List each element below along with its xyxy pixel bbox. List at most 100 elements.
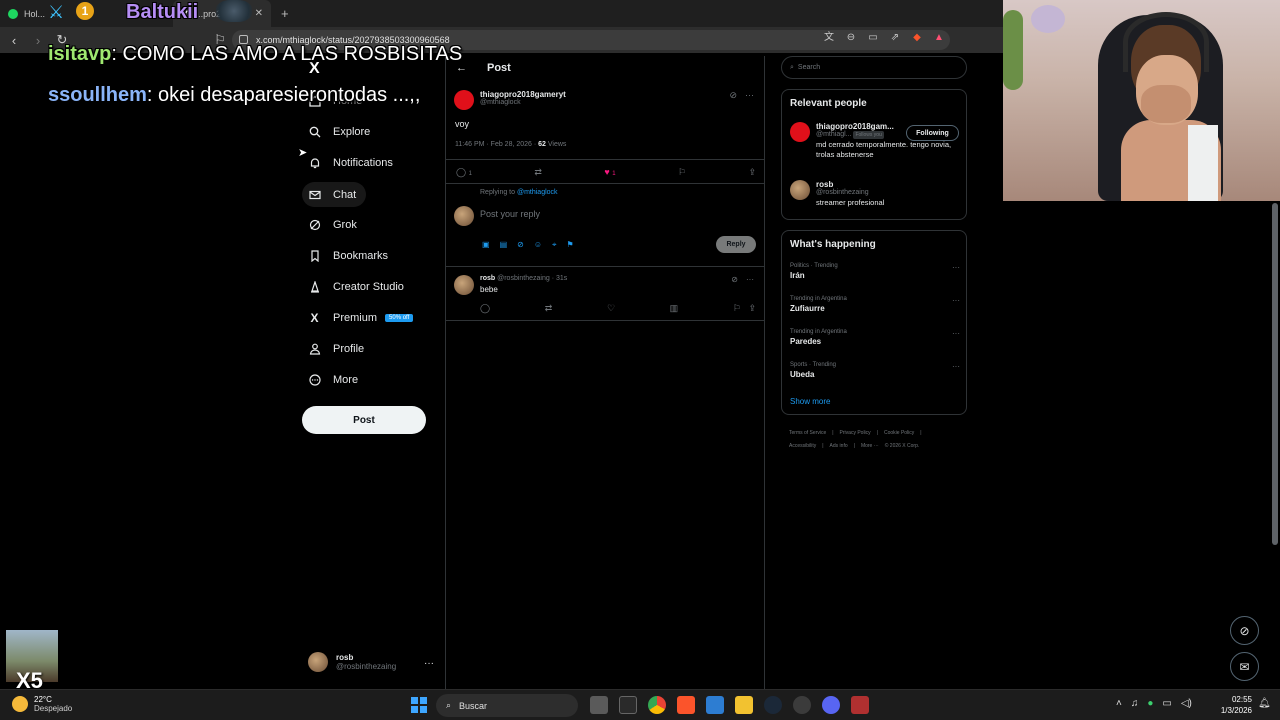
translate-icon[interactable]: 文	[823, 32, 835, 44]
nav-profile[interactable]: Profile	[308, 342, 364, 355]
more-icon[interactable]: ···	[746, 275, 754, 284]
footer-link[interactable]: Accessibility	[789, 443, 816, 449]
footer-link[interactable]: Cookie Policy	[884, 430, 914, 436]
footer-link[interactable]: Ads info	[830, 443, 848, 449]
trend-item[interactable]: Trending in Argentina Zufiaurre ···	[790, 296, 960, 313]
more-icon[interactable]: ···	[952, 263, 960, 272]
grok-icon[interactable]: ⊘	[731, 275, 738, 284]
steam-icon[interactable]	[764, 696, 782, 714]
author-name[interactable]: thiagopro2018gameryt	[480, 90, 566, 99]
zoom-icon[interactable]: ⊖	[845, 32, 857, 44]
flag-icon[interactable]: ⚑	[567, 240, 574, 250]
file-explorer-icon[interactable]	[735, 696, 753, 714]
bookmark-icon[interactable]: ⚐	[733, 303, 741, 313]
share-icon[interactable]: ⇗	[889, 32, 901, 44]
tweet-author[interactable]: thiagopro2018gameryt @mthiaglock	[454, 90, 566, 110]
footer-link[interactable]: More ···	[861, 443, 879, 449]
footer-link[interactable]: Privacy Policy	[840, 430, 871, 436]
trend-item[interactable]: Politics · Trending Irán ···	[790, 263, 960, 280]
discord-icon[interactable]	[822, 696, 840, 714]
epic-games-icon[interactable]	[619, 696, 637, 714]
winrar-icon[interactable]	[851, 696, 869, 714]
taskbar-search[interactable]: ⌕ Buscar	[436, 694, 578, 717]
reply-author-name[interactable]: rosb	[480, 275, 495, 282]
brave-shield-icon[interactable]: ◆	[911, 32, 923, 44]
share-icon[interactable]: ⇪	[748, 167, 756, 178]
bookmark-icon[interactable]: ⚐	[678, 167, 686, 178]
image-icon[interactable]: ▣	[482, 240, 490, 250]
nav-notifications[interactable]: Notifications	[308, 156, 393, 169]
grok-icon[interactable]: ⊘	[729, 90, 737, 101]
avatar[interactable]	[790, 122, 810, 142]
new-tab-button[interactable]: +	[271, 6, 299, 21]
back-arrow-icon[interactable]: ←	[456, 62, 467, 74]
person-card[interactable]: rosb @rosbinthezaing streamer profesiona…	[790, 180, 956, 208]
notification-bell-icon[interactable]: 🔔︎	[1258, 698, 1271, 709]
person-name[interactable]: rosb	[816, 180, 956, 189]
forward-button[interactable]: ›	[28, 30, 48, 50]
reply-button[interactable]: Reply	[716, 236, 756, 253]
footer-link[interactable]: Terms of Service	[789, 430, 826, 436]
nav-creator-studio[interactable]: Creator Studio	[308, 280, 404, 293]
back-button[interactable]: ‹	[4, 30, 24, 50]
reply-input[interactable]: Post your reply	[480, 209, 540, 219]
replying-handle-link[interactable]: @mthiaglock	[517, 189, 558, 196]
like-button[interactable]: ♥ 1	[604, 167, 615, 178]
reply-post[interactable]: rosb @rosbinthezaing · 31s bebe	[454, 275, 567, 295]
share-icon[interactable]: ⇪	[748, 303, 756, 313]
microphone-icon[interactable]: ●	[1147, 698, 1153, 709]
retweet-icon[interactable]: ⇄	[534, 167, 542, 178]
tweet-time[interactable]: 11:46 PM · Feb 28, 2026 ·	[455, 141, 538, 148]
messages-float-button[interactable]: ✉	[1230, 652, 1259, 681]
trend-item[interactable]: Trending in Argentina Paredes ···	[790, 329, 960, 346]
clock[interactable]: 02:55 1/3/2026	[1212, 694, 1252, 716]
avatar[interactable]	[454, 90, 474, 110]
nav-explore[interactable]: Explore	[308, 125, 370, 138]
location-icon[interactable]: ⌖	[552, 240, 557, 250]
task-view-icon[interactable]	[590, 696, 608, 714]
reply-icon[interactable]: ◯	[480, 303, 490, 314]
brave-icon[interactable]	[677, 696, 695, 714]
more-icon[interactable]: ···	[952, 296, 960, 305]
chrome-icon[interactable]	[648, 696, 666, 714]
analytics-icon[interactable]: ▥	[670, 303, 679, 314]
headphones-icon[interactable]: ♫	[1131, 698, 1139, 709]
network-icon[interactable]: ▭	[1162, 698, 1171, 709]
volume-icon[interactable]: ◁)	[1181, 698, 1192, 709]
following-button[interactable]: Following	[906, 125, 959, 141]
nav-chat[interactable]: Chat	[302, 182, 367, 207]
post-button[interactable]: Post	[302, 406, 426, 434]
nav-bookmarks[interactable]: Bookmarks	[308, 249, 388, 262]
more-icon[interactable]: ···	[952, 329, 960, 338]
gif-icon[interactable]: ▤	[500, 240, 508, 250]
avatar[interactable]	[454, 275, 474, 295]
brave-rewards-icon[interactable]: ▲	[933, 32, 945, 44]
grok-icon[interactable]: ⊘	[517, 240, 524, 250]
close-icon[interactable]: ✕	[255, 8, 263, 19]
nav-premium[interactable]: X Premium 50% off	[308, 311, 414, 325]
windows-start-icon[interactable]	[411, 697, 427, 713]
cast-icon[interactable]: ▭	[867, 32, 879, 44]
grok-float-button[interactable]: ⊘	[1230, 616, 1259, 645]
more-icon[interactable]: ···	[952, 362, 960, 371]
store-icon[interactable]	[706, 696, 724, 714]
more-icon[interactable]: ···	[424, 658, 434, 669]
tab-spotify[interactable]: Hol...	[0, 0, 53, 27]
trend-item[interactable]: Sports · Trending Ubeda ···	[790, 362, 960, 379]
show-more-link[interactable]: Show more	[790, 397, 830, 406]
search-input[interactable]: ⌕ Search	[781, 56, 967, 79]
weather-widget[interactable]: 22°C Despejado	[12, 695, 72, 713]
author-handle[interactable]: @mthiaglock	[480, 99, 566, 106]
nav-grok[interactable]: Grok	[308, 218, 357, 231]
reply-button[interactable]: ◯ 1	[456, 167, 472, 178]
avatar[interactable]	[790, 180, 810, 200]
emoji-icon[interactable]: ☺	[534, 240, 542, 250]
page-scrollbar[interactable]	[1272, 203, 1278, 545]
app-icon[interactable]	[793, 696, 811, 714]
account-switcher[interactable]: rosb @rosbinthezaing	[308, 652, 396, 672]
retweet-icon[interactable]: ⇄	[545, 303, 553, 314]
chevron-up-icon[interactable]: ˄	[1116, 698, 1122, 709]
nav-more[interactable]: More	[308, 373, 358, 386]
heart-icon[interactable]: ♡	[607, 303, 615, 314]
more-icon[interactable]: ···	[745, 90, 754, 101]
